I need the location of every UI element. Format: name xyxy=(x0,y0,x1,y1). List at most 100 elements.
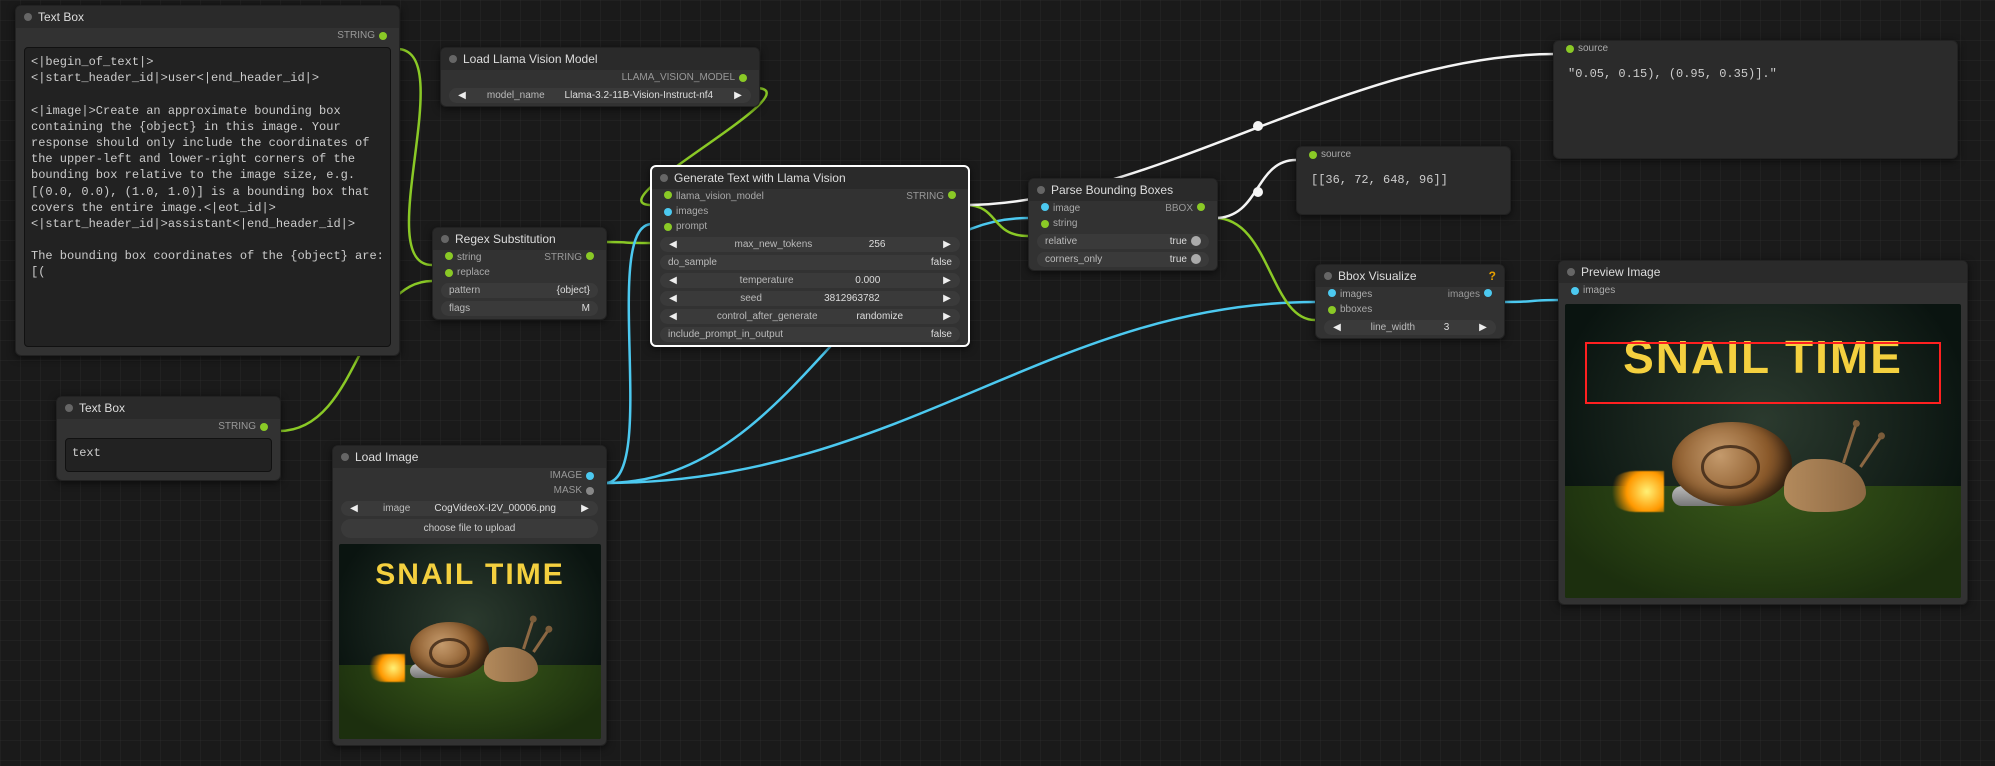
output-port-dot[interactable] xyxy=(586,487,594,495)
node-title[interactable]: Text Box xyxy=(57,397,280,419)
toggle-icon[interactable] xyxy=(1191,236,1201,246)
chevron-left-icon[interactable]: ◀ xyxy=(668,275,678,286)
text-box-textarea[interactable]: <|begin_of_text|> <|start_header_id|>use… xyxy=(24,47,391,347)
chevron-left-icon[interactable]: ◀ xyxy=(668,239,678,250)
node-load-llama-vision-model[interactable]: Load Llama Vision Model LLAMA_VISION_MOD… xyxy=(440,47,760,107)
input-port-label: prompt xyxy=(676,221,707,232)
node-title[interactable]: Text Box xyxy=(16,6,399,28)
chevron-left-icon[interactable]: ◀ xyxy=(668,293,678,304)
input-port-dot[interactable] xyxy=(1041,220,1049,228)
output-port-dot[interactable] xyxy=(948,191,956,199)
collapse-dot-icon[interactable] xyxy=(449,55,457,63)
node-title-label: Load Llama Vision Model xyxy=(463,52,598,66)
chevron-right-icon[interactable]: ▶ xyxy=(580,503,590,514)
node-text-box-2[interactable]: Text Box STRING text xyxy=(56,396,281,481)
node-title[interactable]: Parse Bounding Boxes xyxy=(1029,179,1217,201)
widget-max-new-tokens[interactable]: ◀ max_new_tokens 256 ▶ xyxy=(660,237,960,252)
node-load-image[interactable]: Load Image IMAGE MASK ◀ image CogVideoX-… xyxy=(332,445,607,746)
chevron-right-icon[interactable]: ▶ xyxy=(733,90,743,101)
node-title[interactable]: Load Image xyxy=(333,446,606,468)
output-port-mask: MASK xyxy=(333,483,606,498)
output-port-type: STRING xyxy=(337,30,375,41)
output-port-dot[interactable] xyxy=(1197,203,1205,211)
collapse-dot-icon[interactable] xyxy=(660,174,668,182)
node-text-box-1[interactable]: Text Box STRING <|begin_of_text|> <|star… xyxy=(15,5,400,356)
widget-do-sample[interactable]: do_sample false xyxy=(660,255,960,270)
node-title[interactable]: Bbox Visualize ? xyxy=(1316,265,1504,287)
output-port-dot[interactable] xyxy=(379,32,387,40)
input-port-dot[interactable] xyxy=(664,208,672,216)
node-title-label: Regex Substitution xyxy=(455,232,556,246)
chevron-right-icon[interactable]: ▶ xyxy=(942,293,952,304)
collapse-dot-icon[interactable] xyxy=(1567,268,1575,276)
widget-model-name[interactable]: ◀ model_name Llama-3.2-11B-Vision-Instru… xyxy=(449,88,751,103)
chevron-right-icon[interactable]: ▶ xyxy=(1478,322,1488,333)
toggle-icon[interactable] xyxy=(1191,254,1201,264)
node-regex-substitution[interactable]: Regex Substitution string STRING replace… xyxy=(432,227,607,320)
panel-source-bbox[interactable]: source [[36, 72, 648, 96]] xyxy=(1296,146,1511,215)
panel-source-string[interactable]: source "0.05, 0.15), (0.95, 0.35)]." xyxy=(1553,40,1958,159)
input-port-dot[interactable] xyxy=(1309,151,1317,159)
widget-include-prompt[interactable]: include_prompt_in_output false xyxy=(660,327,960,342)
node-title[interactable]: Load Llama Vision Model xyxy=(441,48,759,70)
preview-image-display[interactable]: SNAIL TIME xyxy=(1565,304,1961,598)
node-bbox-visualize[interactable]: Bbox Visualize ? images images bboxes ◀ … xyxy=(1315,264,1505,339)
widget-value: CogVideoX-I2V_00006.png xyxy=(434,503,556,514)
input-port-dot[interactable] xyxy=(1041,203,1049,211)
node-title[interactable]: Regex Substitution xyxy=(433,228,606,250)
widget-corners-only[interactable]: corners_only true xyxy=(1037,252,1209,267)
chevron-left-icon[interactable]: ◀ xyxy=(668,311,678,322)
input-port-dot[interactable] xyxy=(664,191,672,199)
chevron-right-icon[interactable]: ▶ xyxy=(942,275,952,286)
choose-file-button[interactable]: choose file to upload xyxy=(341,519,598,538)
widget-control-after-generate[interactable]: ◀ control_after_generate randomize ▶ xyxy=(660,309,960,324)
chevron-right-icon[interactable]: ▶ xyxy=(942,311,952,322)
node-title-label: Preview Image xyxy=(1581,265,1660,279)
widget-value: randomize xyxy=(856,311,903,322)
output-port-dot[interactable] xyxy=(1484,289,1492,297)
output-port-dot[interactable] xyxy=(586,472,594,480)
node-preview-image[interactable]: Preview Image images SNAIL TIME xyxy=(1558,260,1968,605)
text-box-textarea[interactable]: text xyxy=(65,438,272,472)
widget-image-select[interactable]: ◀ image CogVideoX-I2V_00006.png ▶ xyxy=(341,501,598,516)
node-parse-bounding-boxes[interactable]: Parse Bounding Boxes image BBOX string r… xyxy=(1028,178,1218,271)
warning-icon[interactable]: ? xyxy=(1489,269,1496,283)
port-row-images: images xyxy=(1559,283,1967,298)
collapse-dot-icon[interactable] xyxy=(441,235,449,243)
widget-seed[interactable]: ◀ seed 3812963782 ▶ xyxy=(660,291,960,306)
node-generate-text-llama-vision[interactable]: Generate Text with Llama Vision llama_vi… xyxy=(650,165,970,347)
node-title-label: Load Image xyxy=(355,450,418,464)
chevron-left-icon[interactable]: ◀ xyxy=(1332,322,1342,333)
input-port-dot[interactable] xyxy=(664,223,672,231)
input-port-dot[interactable] xyxy=(1571,287,1579,295)
widget-flags[interactable]: flags M xyxy=(441,301,598,316)
input-port-dot[interactable] xyxy=(1566,45,1574,53)
collapse-dot-icon[interactable] xyxy=(1037,186,1045,194)
widget-line-width[interactable]: ◀ line_width 3 ▶ xyxy=(1324,320,1496,335)
collapse-dot-icon[interactable] xyxy=(65,404,73,412)
input-port-label: bboxes xyxy=(1340,304,1372,315)
port-row-model: llama_vision_model STRING xyxy=(652,189,968,204)
node-title[interactable]: Generate Text with Llama Vision xyxy=(652,167,968,189)
node-title[interactable]: Preview Image xyxy=(1559,261,1967,283)
input-port-dot[interactable] xyxy=(445,252,453,260)
input-port-dot[interactable] xyxy=(1328,306,1336,314)
node-title-label: Text Box xyxy=(79,401,125,415)
output-port-dot[interactable] xyxy=(586,252,594,260)
widget-value: 3 xyxy=(1444,322,1450,333)
collapse-dot-icon[interactable] xyxy=(341,453,349,461)
widget-label: control_after_generate xyxy=(717,311,818,322)
widget-relative[interactable]: relative true xyxy=(1037,234,1209,249)
input-port-dot[interactable] xyxy=(445,269,453,277)
collapse-dot-icon[interactable] xyxy=(24,13,32,21)
chevron-left-icon[interactable]: ◀ xyxy=(457,90,467,101)
widget-temperature[interactable]: ◀ temperature 0.000 ▶ xyxy=(660,273,960,288)
output-port-dot[interactable] xyxy=(260,423,268,431)
output-port-dot[interactable] xyxy=(739,74,747,82)
widget-pattern[interactable]: pattern {object} xyxy=(441,283,598,298)
chevron-left-icon[interactable]: ◀ xyxy=(349,503,359,514)
input-port-dot[interactable] xyxy=(1328,289,1336,297)
collapse-dot-icon[interactable] xyxy=(1324,272,1332,280)
chevron-right-icon[interactable]: ▶ xyxy=(942,239,952,250)
load-image-preview[interactable]: SNAIL TIME xyxy=(339,544,601,739)
